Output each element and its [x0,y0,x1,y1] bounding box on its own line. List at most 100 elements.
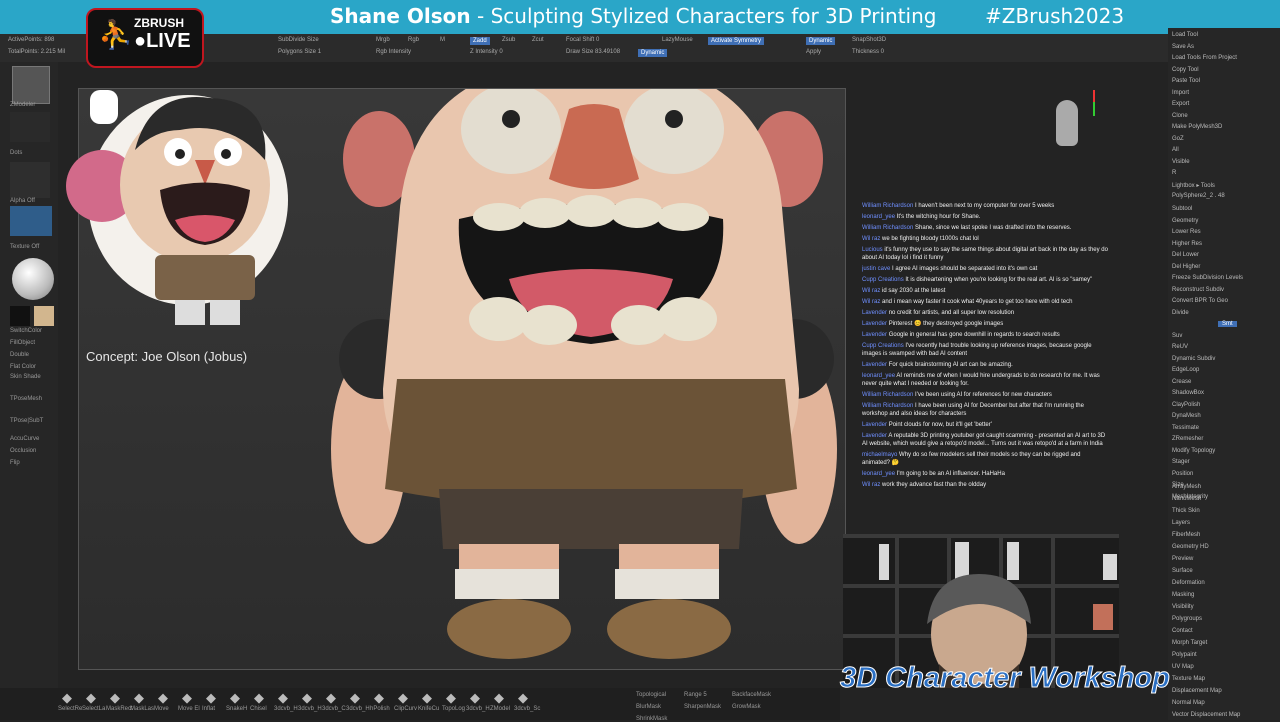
brush-icon[interactable]: ◆ [278,690,288,706]
brush-label[interactable]: KnifeCu [418,706,439,712]
palette-section[interactable]: NanoMesh [1172,496,1201,502]
shelf-item[interactable]: Occlusion [10,448,36,454]
shelf-item[interactable]: TPoseMesh [10,396,42,402]
subtool-menu-item[interactable]: Modify Topology [1172,448,1215,454]
tool-menu-item[interactable]: R [1172,170,1176,176]
brush-label[interactable]: SharpenMask [684,704,721,710]
subtool-menu-item[interactable]: Divide [1172,310,1189,316]
palette-section[interactable]: Thick Skin [1172,508,1200,514]
shelf-item[interactable]: SwitchColor [10,328,42,334]
brush-label[interactable]: Move El [178,706,200,712]
subtool-menu-item[interactable]: Convert BPR To Geo [1172,298,1228,304]
brush-label[interactable]: MaskLas [130,706,154,712]
brush-icon[interactable]: ◆ [494,690,504,706]
shelf-item[interactable]: Double [10,352,29,358]
toolbar-item[interactable]: SnapShot3D [852,37,886,43]
shelf-item[interactable]: Dots [10,150,22,156]
toolbar-item[interactable]: Activate Symmetry [708,37,765,45]
shelf-item[interactable]: FillObject [10,340,35,346]
subtool-menu-item[interactable]: Del Lower [1172,252,1199,258]
palette-section[interactable]: Displacement Map [1172,688,1222,694]
brush-icon[interactable]: ◆ [158,690,168,706]
palette-section[interactable]: ArrayMesh [1172,484,1201,490]
alpha-thumbnail[interactable] [10,206,52,236]
toolbar-item[interactable]: Thickness 0 [852,49,884,55]
palette-section[interactable]: Vector Displacement Map [1172,712,1240,718]
brush-label[interactable]: SelectLa [82,706,105,712]
subtool-menu-item[interactable]: Suv [1172,333,1182,339]
toolbar-item[interactable]: Zsub [502,37,515,43]
subtool-menu-item[interactable]: Subtool [1172,206,1192,212]
view-gizmo[interactable] [1056,100,1078,146]
palette-section[interactable]: Geometry HD [1172,544,1209,550]
tool-menu-item[interactable]: Paste Tool [1172,78,1200,84]
tool-menu-item[interactable]: Clone [1172,113,1188,119]
toolbar-item[interactable]: SubDivide Size [278,37,319,43]
subtool-menu-item[interactable]: Reconstruct Subdiv [1172,287,1224,293]
palette-section[interactable]: Polygroups [1172,616,1202,622]
palette-section[interactable]: Normal Map [1172,700,1205,706]
palette-section[interactable]: FiberMesh [1172,532,1200,538]
axis-gizmo[interactable] [1086,90,1102,116]
primary-color-swatch[interactable] [10,306,30,326]
brush-icon[interactable]: ◆ [110,690,120,706]
toolbar-item[interactable]: Rgb Intensity [376,49,411,55]
subtool-menu-item[interactable]: Stager [1172,459,1190,465]
toolbar-item[interactable]: LazyMouse [662,37,693,43]
shelf-item[interactable]: ZModeler [10,102,35,108]
tool-menu-item[interactable]: Export [1172,101,1189,107]
brush-label[interactable]: ZModel [490,706,510,712]
palette-section[interactable]: Masking [1172,592,1194,598]
brush-label[interactable]: Topological [636,692,666,698]
brush-label[interactable]: GrowMask [732,704,761,710]
subtool-menu-item[interactable]: ReUV [1172,344,1188,350]
tool-menu-item[interactable]: Load Tools From Project [1172,55,1237,61]
brush-icon[interactable]: ◆ [518,690,528,706]
toolbar-item[interactable]: M [440,37,445,43]
tool-menu-item[interactable]: Visible [1172,159,1190,165]
palette-section[interactable]: Polypaint [1172,652,1197,658]
brush-label[interactable]: SnakeH [226,706,247,712]
brush-icon[interactable]: ◆ [206,690,216,706]
brush-label[interactable]: hPolish [370,706,390,712]
brush-label[interactable]: 3dcvb_Sc [514,706,540,712]
brush-label[interactable]: 3dcvb_C [322,706,346,712]
palette-section[interactable]: Surface [1172,568,1193,574]
brush-icon[interactable]: ◆ [374,690,384,706]
brush-label[interactable]: Inflat [202,706,215,712]
brush-label[interactable]: MaskRect [106,706,133,712]
subtool-menu-item[interactable]: Position [1172,471,1193,477]
shelf-item[interactable]: Alpha Off [10,198,35,204]
brush-icon[interactable]: ◆ [254,690,264,706]
tool-thumbnail[interactable] [12,66,50,104]
tool-menu-item[interactable]: Lightbox ▸ Tools [1172,182,1215,189]
palette-section[interactable]: UV Map [1172,664,1194,670]
shelf-item[interactable]: Flat Color [10,364,36,370]
toolbar-item[interactable]: Z Intensity 0 [470,49,503,55]
toolbar-item[interactable]: Mrgb [376,37,390,43]
brush-icon[interactable]: ◆ [182,690,192,706]
toolbar-item[interactable]: Polygons Size 1 [278,49,321,55]
brush-icon[interactable]: ◆ [134,690,144,706]
tool-menu-item[interactable]: Make PolyMesh3D [1172,124,1222,130]
subtool-menu-item[interactable]: Del Higher [1172,264,1200,270]
brush-icon[interactable]: ◆ [62,690,72,706]
brush-icon[interactable]: ◆ [230,690,240,706]
palette-section[interactable]: Preview [1172,556,1193,562]
brush-thumbnail[interactable] [10,112,50,142]
brush-icon[interactable]: ◆ [398,690,408,706]
subtool-menu-item[interactable]: ZRemesher [1172,436,1203,442]
brush-label[interactable]: BackfaceMask [732,692,771,698]
toolbar-item[interactable]: Dynamic [638,49,668,57]
brush-label[interactable]: ShrinkMask [636,716,667,722]
brush-label[interactable]: 3dcvb_H [298,706,322,712]
brush-icon[interactable]: ◆ [326,690,336,706]
tool-menu-item[interactable]: Copy Tool [1172,67,1199,73]
shelf-item[interactable]: Texture Off [10,244,39,250]
subtool-menu-item[interactable]: DynaMesh [1172,413,1201,419]
brush-label[interactable]: Chisel [250,706,267,712]
brush-label[interactable]: Range 5 [684,692,707,698]
brush-label[interactable]: BlurMask [636,704,661,710]
palette-section[interactable]: Deformation [1172,580,1205,586]
shelf-item[interactable]: Skin Shade [10,374,41,380]
